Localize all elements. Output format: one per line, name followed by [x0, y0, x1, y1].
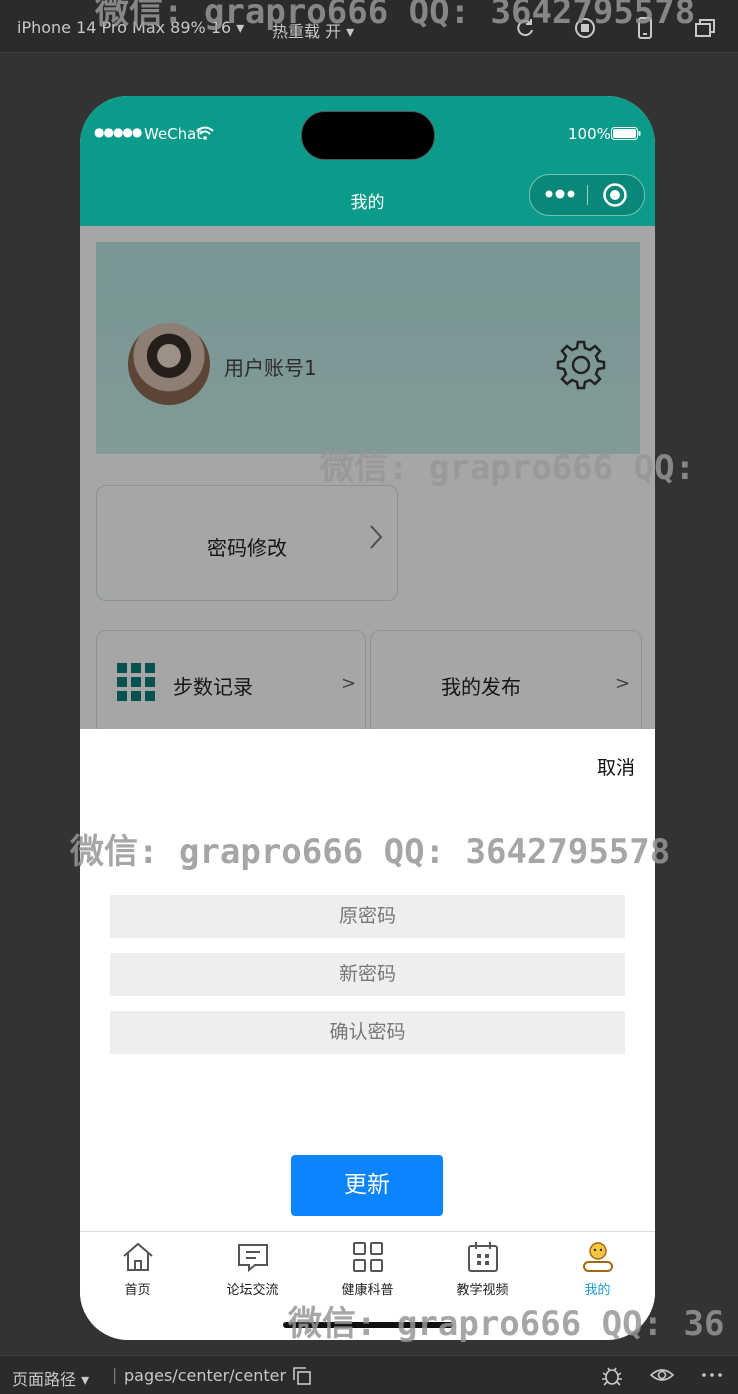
close-miniprogram-icon[interactable]	[602, 182, 628, 208]
capsule-divider	[587, 185, 588, 205]
page-path: pages/center/center	[124, 1366, 287, 1385]
carrier-label: WeChat	[144, 125, 203, 143]
more-options-icon[interactable]	[700, 1364, 724, 1386]
dynamic-island	[301, 111, 435, 160]
watermark: 微信: grapro666 QQ: 3642795578	[70, 832, 671, 872]
tab-label: 首页	[124, 1283, 151, 1298]
watermark: 微信: grapro666 QQ: 3642795578	[95, 0, 696, 32]
nav-bar: 我的	[80, 168, 655, 226]
cancel-button[interactable]: 取消	[597, 753, 635, 780]
new-password-field[interactable]: 新密码	[110, 953, 625, 996]
status-bar: ●●●●● WeChat 100%	[80, 96, 655, 168]
grid-icon	[353, 1242, 383, 1272]
copy-icon[interactable]	[293, 1367, 311, 1385]
watermark: 微信: grapro666 QQ: 36	[288, 1304, 725, 1344]
home-icon	[123, 1242, 153, 1271]
simulator-footer: 页面路径 ▾ | pages/center/center	[0, 1355, 738, 1394]
battery-percent: 100%	[568, 125, 611, 143]
update-button[interactable]: 更新	[291, 1155, 443, 1216]
more-icon[interactable]	[544, 183, 578, 205]
path-separator: |	[112, 1365, 118, 1384]
miniprogram-capsule	[529, 174, 645, 216]
watermark: 微信: grapro666 QQ:	[320, 448, 696, 488]
wifi-icon	[196, 126, 214, 140]
old-password-field[interactable]: 原密码	[110, 895, 625, 938]
chat-icon	[238, 1244, 268, 1273]
battery-icon	[611, 127, 641, 140]
page-path-selector[interactable]: 页面路径 ▾	[12, 1366, 89, 1390]
bug-icon[interactable]	[600, 1364, 624, 1386]
calendar-icon	[468, 1242, 498, 1272]
eye-icon[interactable]	[650, 1364, 674, 1386]
password-sheet: 取消 原密码 新密码 确认密码 更新	[80, 729, 655, 1231]
phone-frame: ●●●●● WeChat 100% 我的 用户账号1 密码修改 步数记录 > 我…	[80, 96, 655, 1340]
tab-home[interactable]: 首页	[80, 1232, 195, 1307]
signal-icon: ●●●●●	[94, 125, 142, 139]
user-icon	[583, 1242, 613, 1272]
confirm-password-field[interactable]: 确认密码	[110, 1011, 625, 1054]
